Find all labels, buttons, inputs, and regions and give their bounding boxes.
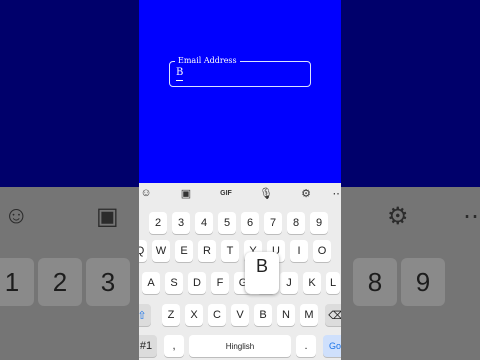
key-q[interactable]: Q: [139, 240, 147, 262]
key-j[interactable]: J: [280, 272, 298, 294]
key-e[interactable]: E: [175, 240, 193, 262]
key-l[interactable]: L: [326, 272, 340, 294]
backdrop-gear-icon: ⚙: [387, 203, 409, 230]
gif-icon[interactable]: GIF: [219, 190, 233, 197]
key-press-popup: B: [245, 252, 279, 294]
comma-key[interactable]: ,: [164, 335, 184, 357]
backdrop-key: 3: [86, 258, 130, 306]
key-4[interactable]: 4: [195, 212, 213, 234]
key-3[interactable]: 3: [172, 212, 190, 234]
shift-key[interactable]: ⇧: [139, 304, 151, 326]
key-6[interactable]: 6: [241, 212, 259, 234]
backdrop-right: ⚙ ⋯ 8 9: [341, 0, 480, 360]
backdrop-key: 2: [38, 258, 82, 306]
app-screen: Email Address B: [139, 0, 341, 183]
backdrop-right-screen: [341, 0, 480, 187]
go-key[interactable]: Go: [323, 335, 341, 357]
email-field-label: Email Address: [175, 56, 240, 66]
key-a[interactable]: A: [142, 272, 160, 294]
key-o[interactable]: O: [313, 240, 331, 262]
key-n[interactable]: N: [277, 304, 295, 326]
backdrop-key: 9: [401, 258, 445, 306]
key-w[interactable]: W: [152, 240, 170, 262]
settings-icon[interactable]: ⚙: [299, 187, 313, 200]
key-f[interactable]: F: [211, 272, 229, 294]
key-r[interactable]: R: [198, 240, 216, 262]
key-5[interactable]: 5: [218, 212, 236, 234]
symbols-key[interactable]: #1: [139, 335, 157, 357]
key-k[interactable]: K: [303, 272, 321, 294]
more-icon[interactable]: ⋯: [331, 187, 342, 200]
email-field-value[interactable]: B: [176, 66, 184, 81]
space-key[interactable]: Hinglish: [189, 335, 291, 357]
key-2[interactable]: 2: [149, 212, 167, 234]
key-v[interactable]: V: [231, 304, 249, 326]
key-x[interactable]: X: [185, 304, 203, 326]
backdrop-sticker-icon: ▣: [96, 203, 119, 230]
key-t[interactable]: T: [221, 240, 239, 262]
key-c[interactable]: C: [208, 304, 226, 326]
phone-frame: Email Address B ☺ ▣ GIF 🎙 ⚙ ⋯ 2 3 4 5 6 …: [139, 0, 341, 360]
key-z[interactable]: Z: [162, 304, 180, 326]
period-key[interactable]: .: [296, 335, 316, 357]
key-9[interactable]: 9: [310, 212, 328, 234]
backdrop-left-screen: [0, 0, 139, 187]
key-s[interactable]: S: [165, 272, 183, 294]
soft-keyboard: ☺ ▣ GIF 🎙 ⚙ ⋯ 2 3 4 5 6 7 8 9 Q W E R T …: [139, 183, 341, 360]
sticker-icon[interactable]: ▣: [179, 187, 193, 200]
key-b[interactable]: B: [254, 304, 272, 326]
key-d[interactable]: D: [188, 272, 206, 294]
backdrop-left: ☺ ▣ 1 2 3: [0, 0, 139, 360]
mic-icon[interactable]: 🎙: [259, 187, 273, 200]
backspace-key[interactable]: ⌫: [325, 304, 341, 326]
backdrop-key: 8: [353, 258, 397, 306]
smiley-icon[interactable]: ☺: [139, 187, 153, 199]
key-m[interactable]: M: [300, 304, 318, 326]
backdrop-key: 1: [0, 258, 34, 306]
key-7[interactable]: 7: [264, 212, 282, 234]
key-8[interactable]: 8: [287, 212, 305, 234]
backdrop-smiley-icon: ☺: [4, 202, 29, 229]
backdrop-more-icon: ⋯: [463, 203, 480, 230]
key-i[interactable]: I: [290, 240, 308, 262]
